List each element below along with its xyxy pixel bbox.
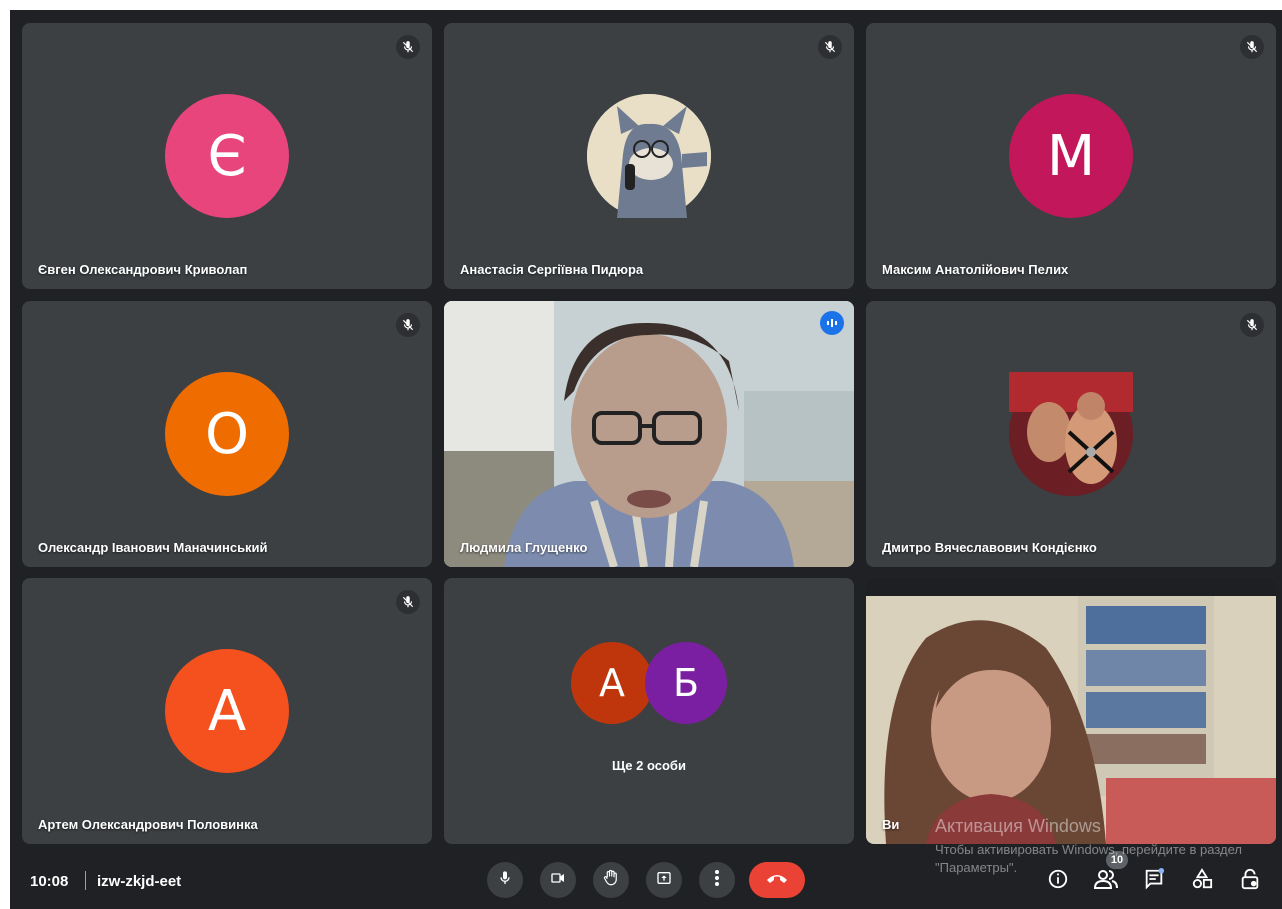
windows-activation-watermark: Активация Windows Чтобы активировать Win… xyxy=(935,816,1255,877)
participant-tile[interactable]: Є Євген Олександрович Криволап xyxy=(22,23,432,289)
participant-name: Максим Анатолійович Пелих xyxy=(882,262,1069,277)
participant-name: Дмитро Вячеславович Кондієнко xyxy=(882,540,1097,555)
participant-name: Олександр Іванович Маначинський xyxy=(38,540,268,555)
camera-icon xyxy=(549,870,567,891)
divider xyxy=(85,871,86,890)
avatar: Б xyxy=(645,642,727,724)
camera-button[interactable] xyxy=(540,862,576,898)
raise-hand-button[interactable] xyxy=(593,862,629,898)
participant-tile[interactable]: A Артем Олександрович Половинка xyxy=(22,578,432,844)
meeting-code: izw-zkjd-eet xyxy=(97,873,182,890)
more-options-button[interactable] xyxy=(699,862,735,898)
others-tile[interactable]: A Б Ще 2 особи xyxy=(444,578,854,844)
mic-off-icon xyxy=(396,35,420,59)
avatar: O xyxy=(165,372,289,496)
participant-tile[interactable]: Дмитро Вячеславович Кондієнко xyxy=(866,301,1276,567)
mic-off-icon xyxy=(396,590,420,614)
avatar: A xyxy=(571,642,653,724)
participant-tile-speaking[interactable]: Людмила Глущенко xyxy=(444,301,854,567)
mic-off-icon xyxy=(818,35,842,59)
avatar: M xyxy=(1009,94,1133,218)
participant-tile[interactable]: M Максим Анатолійович Пелих xyxy=(866,23,1276,289)
leave-call-icon xyxy=(765,871,789,889)
participant-tile[interactable]: O Олександр Іванович Маначинський xyxy=(22,301,432,567)
leave-call-button[interactable] xyxy=(749,862,805,898)
raise-hand-icon xyxy=(602,869,620,892)
avatar: Є xyxy=(165,94,289,218)
microphone-button[interactable] xyxy=(487,862,523,898)
participant-tile[interactable]: Анастасія Сергіївна Пидюра xyxy=(444,23,854,289)
present-screen-button[interactable] xyxy=(646,862,682,898)
self-name: Ви xyxy=(882,817,900,832)
microphone-icon xyxy=(497,870,513,891)
others-count-label: Ще 2 особи xyxy=(612,758,686,773)
meeting-time: 10:08 xyxy=(30,873,69,890)
present-screen-icon xyxy=(655,870,673,891)
watermark-title: Активация Windows xyxy=(935,816,1101,836)
photo-avatar xyxy=(1009,372,1133,496)
participant-name: Євген Олександрович Криволап xyxy=(38,262,248,277)
more-options-icon xyxy=(714,869,720,892)
others-avatars: A Б xyxy=(444,642,854,724)
mic-off-icon xyxy=(396,313,420,337)
meet-window: Є Євген Олександрович Криволап Анастасія… xyxy=(10,10,1282,909)
mic-off-icon xyxy=(1240,313,1264,337)
watermark-text: Чтобы активировать Windows, перейдите в … xyxy=(935,842,1242,875)
video-feed xyxy=(444,301,854,567)
avatar: A xyxy=(165,649,289,773)
self-video-feed xyxy=(866,578,1276,844)
participant-name: Людмила Глущенко xyxy=(460,540,588,555)
participant-name: Анастасія Сергіївна Пидюра xyxy=(460,262,644,277)
speaking-indicator-icon xyxy=(820,311,844,335)
self-tile[interactable]: Ви xyxy=(866,578,1276,844)
mic-off-icon xyxy=(1240,35,1264,59)
cartoon-cat-avatar xyxy=(587,94,711,218)
participant-name: Артем Олександрович Половинка xyxy=(38,817,258,832)
